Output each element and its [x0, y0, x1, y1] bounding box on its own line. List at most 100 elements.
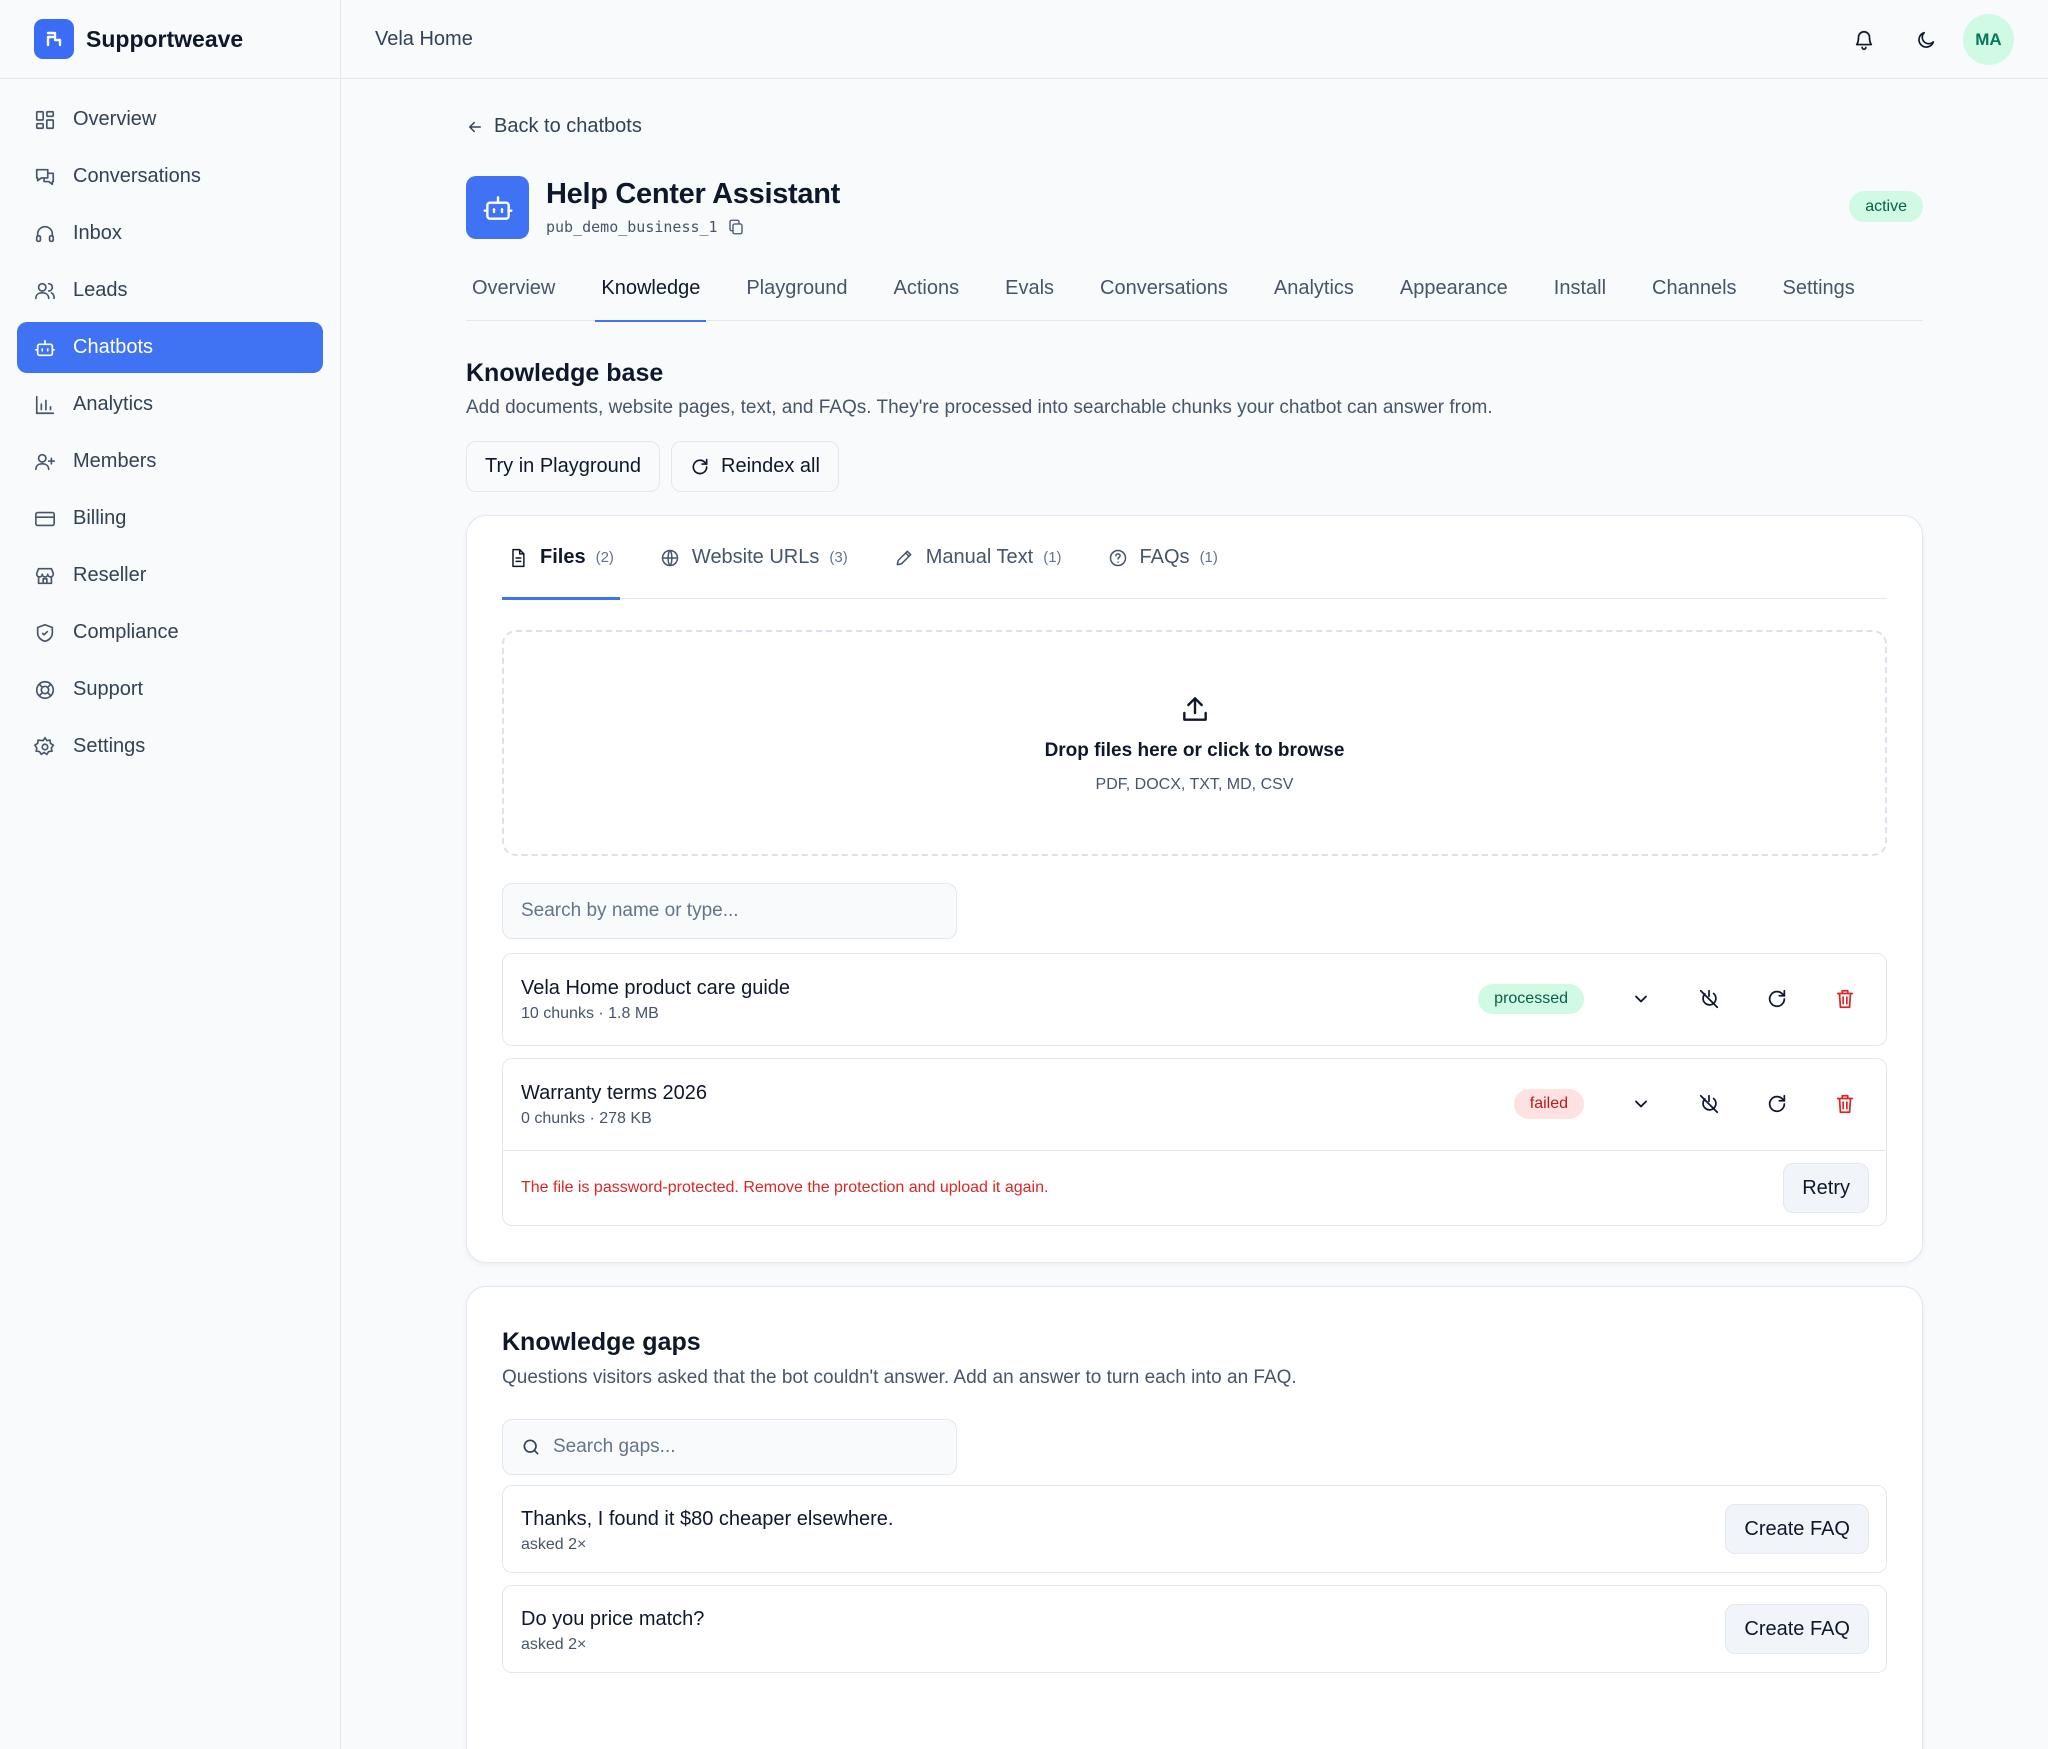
tab-install[interactable]: Install	[1548, 255, 1612, 321]
expand-button[interactable]	[1618, 976, 1664, 1022]
sidebar-item-label: Compliance	[73, 621, 179, 643]
file-name: Warranty terms 2026	[521, 1082, 707, 1104]
credit-card-icon	[35, 511, 55, 526]
sidebar-item-inbox[interactable]: Inbox	[17, 208, 323, 259]
theme-toggle-button[interactable]	[1901, 15, 1951, 65]
file-actions: processed	[1478, 976, 1868, 1022]
sidebar-item-analytics[interactable]: Analytics	[17, 379, 323, 430]
tab-faqs[interactable]: FAQs (1)	[1102, 516, 1224, 599]
delete-file-button[interactable]	[1822, 1081, 1868, 1127]
create-faq-button[interactable]: Create FAQ	[1725, 1504, 1869, 1554]
file-dropzone[interactable]: Drop files here or click to browse PDF, …	[502, 630, 1887, 856]
gap-question: Thanks, I found it $80 cheaper elsewhere…	[521, 1508, 894, 1530]
gaps-search-input[interactable]	[553, 1436, 953, 1458]
sidebar-item-label: Members	[73, 450, 157, 472]
copy-icon[interactable]	[727, 218, 745, 236]
chatbot-tabs: Overview Knowledge Playground Actions Ev…	[466, 255, 1923, 322]
help-circle-icon	[1109, 549, 1126, 566]
search-icon	[523, 1439, 539, 1455]
disable-source-button[interactable]	[1686, 976, 1732, 1022]
chatbot-avatar	[466, 176, 529, 239]
gap-ask-count: asked 2×	[521, 1636, 587, 1653]
chat-bubbles-icon	[35, 168, 55, 185]
sidebar-item-label: Billing	[73, 507, 127, 529]
tab-website-urls-count: (3)	[829, 549, 848, 566]
sidebar-item-chatbots[interactable]: Chatbots	[17, 322, 323, 373]
sidebar-item-overview[interactable]: Overview	[17, 94, 323, 145]
power-off-icon	[1699, 989, 1719, 1009]
tab-playground[interactable]: Playground	[740, 255, 853, 321]
tab-channels[interactable]: Channels	[1646, 255, 1743, 321]
reindex-all-button[interactable]: Reindex all	[671, 441, 839, 492]
sidebar-item-support[interactable]: Support	[17, 664, 323, 715]
workspace-name[interactable]: Vela Home	[375, 28, 473, 51]
bell-icon	[1855, 30, 1873, 50]
globe-icon	[661, 549, 679, 566]
sidebar-item-settings[interactable]: Settings	[17, 721, 323, 772]
tab-analytics[interactable]: Analytics	[1268, 255, 1360, 321]
tab-actions[interactable]: Actions	[888, 255, 966, 321]
file-row-main: Vela Home product care guide 10 chunks ·…	[503, 954, 1886, 1045]
reprocess-button[interactable]	[1754, 1081, 1800, 1127]
tab-overview[interactable]: Overview	[466, 255, 561, 321]
file-search	[502, 883, 957, 939]
bot-icon	[482, 195, 513, 220]
tab-files[interactable]: Files (2)	[502, 516, 620, 600]
sidebar-item-members[interactable]: Members	[17, 436, 323, 487]
moon-icon	[1918, 31, 1935, 48]
try-in-playground-button[interactable]: Try in Playground	[466, 441, 660, 492]
file-status-badge: failed	[1513, 1089, 1584, 1119]
retry-button[interactable]: Retry	[1783, 1163, 1869, 1213]
sidebar-item-reseller[interactable]: Reseller	[17, 550, 323, 601]
tab-appearance[interactable]: Appearance	[1394, 255, 1514, 321]
sidebar-item-label: Conversations	[73, 165, 201, 187]
brand-name: Supportweave	[86, 25, 244, 52]
tab-website-urls-label: Website URLs	[691, 546, 820, 568]
gap-ask-count: asked 2×	[521, 1536, 587, 1553]
tab-website-urls[interactable]: Website URLs (3)	[654, 516, 854, 599]
sidebar-item-compliance[interactable]: Compliance	[17, 607, 323, 658]
sidebar-item-leads[interactable]: Leads	[17, 265, 323, 316]
sidebar-item-label: Chatbots	[73, 336, 154, 358]
chatbot-header: Help Center Assistant pub_demo_business_…	[466, 176, 1923, 240]
file-meta: 10 chunks · 1.8 MB	[521, 1005, 659, 1022]
knowledge-gaps-title: Knowledge gaps	[502, 1328, 701, 1356]
gaps-search	[502, 1419, 957, 1475]
brand[interactable]: Supportweave	[0, 0, 340, 79]
tab-conversations[interactable]: Conversations	[1094, 255, 1234, 321]
gap-row: Thanks, I found it $80 cheaper elsewhere…	[502, 1485, 1887, 1573]
sidebar-item-billing[interactable]: Billing	[17, 493, 323, 544]
delete-file-button[interactable]	[1822, 976, 1868, 1022]
tab-manual-text-count: (1)	[1043, 549, 1062, 566]
back-to-chatbots-link[interactable]: Back to chatbots	[466, 115, 642, 138]
sidebar-item-conversations[interactable]: Conversations	[17, 151, 323, 202]
tab-settings[interactable]: Settings	[1777, 255, 1861, 321]
shield-check-icon	[36, 623, 54, 642]
user-avatar[interactable]: MA	[1963, 14, 2014, 65]
file-search-input[interactable]	[521, 900, 921, 922]
disable-source-button[interactable]	[1686, 1081, 1732, 1127]
sidebar-item-label: Support	[73, 678, 144, 700]
dropzone-title: Drop files here or click to browse	[1044, 739, 1345, 761]
tab-knowledge[interactable]: Knowledge	[595, 255, 707, 322]
users-icon	[35, 282, 55, 299]
create-faq-button[interactable]: Create FAQ	[1725, 1604, 1869, 1654]
tab-evals[interactable]: Evals	[999, 255, 1060, 321]
reprocess-button[interactable]	[1754, 976, 1800, 1022]
sidebar-item-label: Inbox	[73, 222, 122, 244]
expand-button[interactable]	[1618, 1081, 1664, 1127]
gap-row: Do you price match? asked 2× Create FAQ	[502, 1585, 1887, 1673]
tab-manual-text[interactable]: Manual Text (1)	[888, 516, 1068, 599]
knowledge-actions: Try in Playground Reindex all	[466, 441, 850, 492]
tab-files-label: Files	[540, 546, 586, 568]
file-row-main: Warranty terms 2026 0 chunks · 278 KB fa…	[503, 1059, 1886, 1150]
chevron-down-icon	[1635, 995, 1647, 1003]
file-meta: 0 chunks · 278 KB	[521, 1110, 652, 1127]
sidebar: Supportweave Overview Conversations Inbo…	[0, 0, 341, 1749]
refresh-icon	[1768, 989, 1786, 1008]
sidebar-item-label: Leads	[73, 279, 128, 301]
sidebar-nav: Overview Conversations Inbox Leads Chatb…	[0, 79, 340, 772]
bar-chart-icon	[35, 395, 55, 414]
notifications-button[interactable]	[1839, 15, 1889, 65]
life-buoy-icon	[35, 680, 55, 699]
